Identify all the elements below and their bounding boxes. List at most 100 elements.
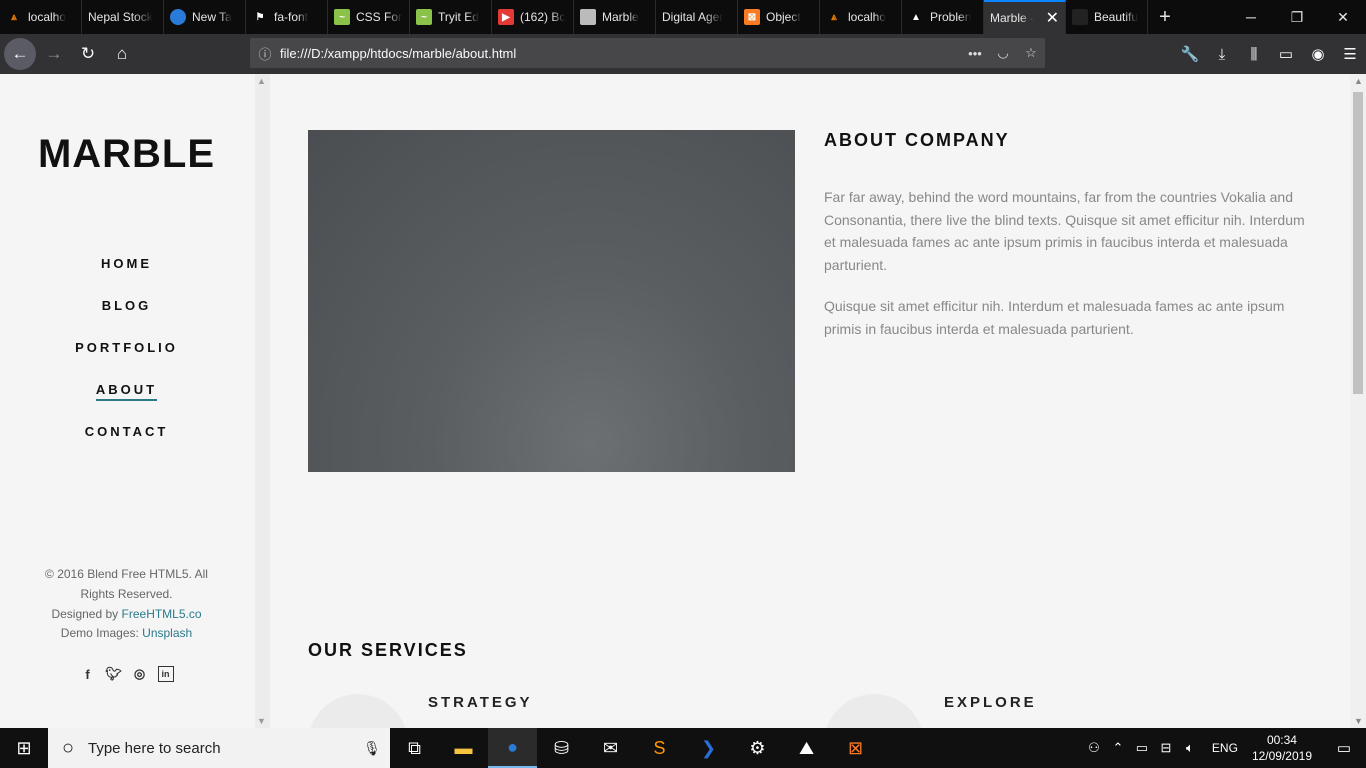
microphone-icon[interactable]: 🎙︎	[354, 740, 390, 757]
tab-label: Marble -	[990, 11, 1035, 25]
close-tab-icon[interactable]: ✕	[1046, 8, 1059, 28]
scroll-down-icon[interactable]: ▼	[1354, 716, 1363, 726]
restore-icon[interactable]: ❐	[1274, 0, 1320, 34]
menu-item-portfolio[interactable]: PORTFOLIO	[0, 338, 253, 380]
tray-expand-icon[interactable]: ⌃	[1106, 740, 1130, 756]
browser-tab[interactable]: ▶ (162) Bc	[492, 0, 574, 34]
taskbar-search[interactable]: ○ Type here to search 🎙︎	[48, 728, 390, 768]
chart-icon: ~	[416, 9, 432, 25]
scroll-up-icon[interactable]: ▲	[257, 76, 266, 86]
forward-button[interactable]: →	[38, 38, 70, 70]
about-image	[308, 130, 795, 472]
unsplash-link[interactable]: Unsplash	[142, 626, 192, 640]
windows-start-icon[interactable]: ⊞	[0, 728, 48, 768]
xampp-icon: ⩓	[11, 11, 17, 23]
page-actions-icon[interactable]: •••	[961, 46, 989, 61]
account-icon[interactable]: ◉	[1302, 38, 1334, 70]
reload-button[interactable]: ↻	[72, 38, 104, 70]
browser-nav-bar: ← → ↻ ⌂ ⓘ file:///D:/xampp/htdocs/marble…	[0, 34, 1366, 74]
browser-tab[interactable]: ~ CSS For	[328, 0, 410, 34]
service-strategy: STRATEGY	[428, 694, 533, 711]
task-view-icon[interactable]: ⧉	[390, 728, 439, 768]
back-button[interactable]: ←	[4, 38, 36, 70]
file-explorer-icon[interactable]: ▬	[439, 728, 488, 768]
browser-tab[interactable]: ~ Tryit Ed	[410, 0, 492, 34]
browser-tab[interactable]: ▲ Problen	[902, 0, 984, 34]
page-scrollbar[interactable]: ▲ ▼	[1350, 74, 1366, 728]
tab-label: fa-font	[274, 10, 309, 24]
menu-item-blog[interactable]: BLOG	[0, 296, 253, 338]
menu-label: PORTFOLIO	[75, 340, 178, 355]
store-icon[interactable]: ⛁	[537, 728, 586, 768]
hamburger-menu-icon[interactable]: ☰	[1334, 38, 1366, 70]
browser-tab[interactable]: Beautifu	[1066, 0, 1148, 34]
sidebar-toggle-icon[interactable]: ▭	[1270, 38, 1302, 70]
tab-label: (162) Bc	[520, 10, 566, 24]
menu-label: ABOUT	[95, 382, 158, 401]
notification-icon[interactable]: ▭	[1322, 739, 1366, 757]
menu-item-about[interactable]: ABOUT	[0, 380, 253, 422]
mail-icon[interactable]: ✉	[586, 728, 635, 768]
people-icon[interactable]: ⚇	[1082, 740, 1106, 756]
battery-icon[interactable]: ▭	[1130, 740, 1154, 756]
site-logo[interactable]: MARBLE	[0, 132, 253, 177]
site-sidebar: MARBLE HOME BLOG PORTFOLIO ABOUT CONTACT…	[0, 74, 255, 728]
bookmark-star-icon[interactable]: ☆	[1017, 45, 1045, 61]
about-title: ABOUT COMPANY	[824, 130, 1010, 150]
browser-tab[interactable]: ⩓ localho	[820, 0, 902, 34]
minimize-icon[interactable]: ─	[1228, 0, 1274, 34]
service-explore: EXPLORE	[944, 694, 1037, 711]
url-bar[interactable]: ⓘ file:///D:/xampp/htdocs/marble/about.h…	[250, 38, 1045, 68]
browser-tab[interactable]: Marble	[574, 0, 656, 34]
image-icon	[580, 9, 596, 25]
tab-label: Nepal Stock	[88, 10, 153, 24]
settings-icon[interactable]: ⚙	[733, 728, 782, 768]
bear-icon	[1072, 9, 1088, 25]
linkedin-icon[interactable]: in	[157, 666, 174, 682]
menu-item-contact[interactable]: CONTACT	[0, 422, 253, 464]
close-window-icon[interactable]: ✕	[1320, 0, 1366, 34]
freehtml5-link[interactable]: FreeHTML5.co	[122, 607, 202, 621]
browser-tab[interactable]: Nepal Stock	[82, 0, 164, 34]
demo-images: Demo Images: Unsplash	[60, 626, 193, 640]
info-icon[interactable]: ⓘ	[250, 44, 280, 63]
scroll-up-icon[interactable]: ▲	[1354, 76, 1363, 86]
scroll-down-icon[interactable]: ▼	[257, 716, 266, 726]
browser-tab[interactable]: New Ta	[164, 0, 246, 34]
powershell-icon[interactable]: ❯	[684, 728, 733, 768]
wrench-icon[interactable]: 🔧	[1174, 38, 1206, 70]
pocket-icon[interactable]: ◡	[989, 45, 1017, 61]
photos-icon[interactable]: ⛰	[782, 728, 831, 768]
twitter-icon[interactable]: 🐦︎	[105, 666, 122, 682]
browser-tab[interactable]: Digital Ager	[656, 0, 738, 34]
services-title: OUR SERVICES	[308, 640, 468, 660]
footer-credits: © 2016 Blend Free HTML5. All Rights Rese…	[0, 564, 253, 643]
new-tab-button[interactable]: +	[1148, 0, 1182, 34]
search-placeholder[interactable]: Type here to search	[88, 740, 354, 757]
instagram-icon[interactable]: ◎	[132, 666, 148, 682]
site-menu: HOME BLOG PORTFOLIO ABOUT CONTACT	[0, 254, 253, 464]
menu-item-home[interactable]: HOME	[0, 254, 253, 296]
clock-time: 00:34	[1266, 733, 1297, 747]
windows-taskbar: ⊞ ○ Type here to search 🎙︎ ⧉ ▬ ● ⛁ ✉ S ❯…	[0, 728, 1366, 768]
download-icon[interactable]: ⤓	[1206, 38, 1238, 70]
library-icon[interactable]: ⫼	[1238, 38, 1270, 70]
url-text[interactable]: file:///D:/xampp/htdocs/marble/about.htm…	[280, 46, 961, 61]
firefox-icon[interactable]: ●	[488, 728, 537, 768]
browser-tab[interactable]: ⚑ fa-font	[246, 0, 328, 34]
browser-tab-active[interactable]: Marble - ✕	[984, 0, 1066, 34]
browser-tab[interactable]: ⊠ Object	[738, 0, 820, 34]
xampp-icon[interactable]: ⊠	[831, 728, 880, 768]
facebook-icon[interactable]: f	[80, 666, 96, 682]
home-button[interactable]: ⌂	[106, 38, 138, 70]
network-icon[interactable]: ⊟	[1154, 740, 1178, 756]
language-indicator[interactable]: ENG	[1212, 741, 1238, 755]
sidebar-scrollbar[interactable]: ▲ ▼	[255, 74, 270, 728]
designed-by: Designed by FreeHTML5.co	[51, 607, 202, 621]
scrollbar-thumb[interactable]	[1353, 92, 1363, 394]
clock[interactable]: 00:34 12/09/2019	[1252, 732, 1312, 764]
social-links: f 🐦︎ ◎ in	[0, 666, 253, 682]
volume-icon[interactable]: 🔈︎	[1178, 740, 1202, 756]
browser-tab[interactable]: ⩓ localho	[0, 0, 82, 34]
sublime-icon[interactable]: S	[635, 728, 684, 768]
